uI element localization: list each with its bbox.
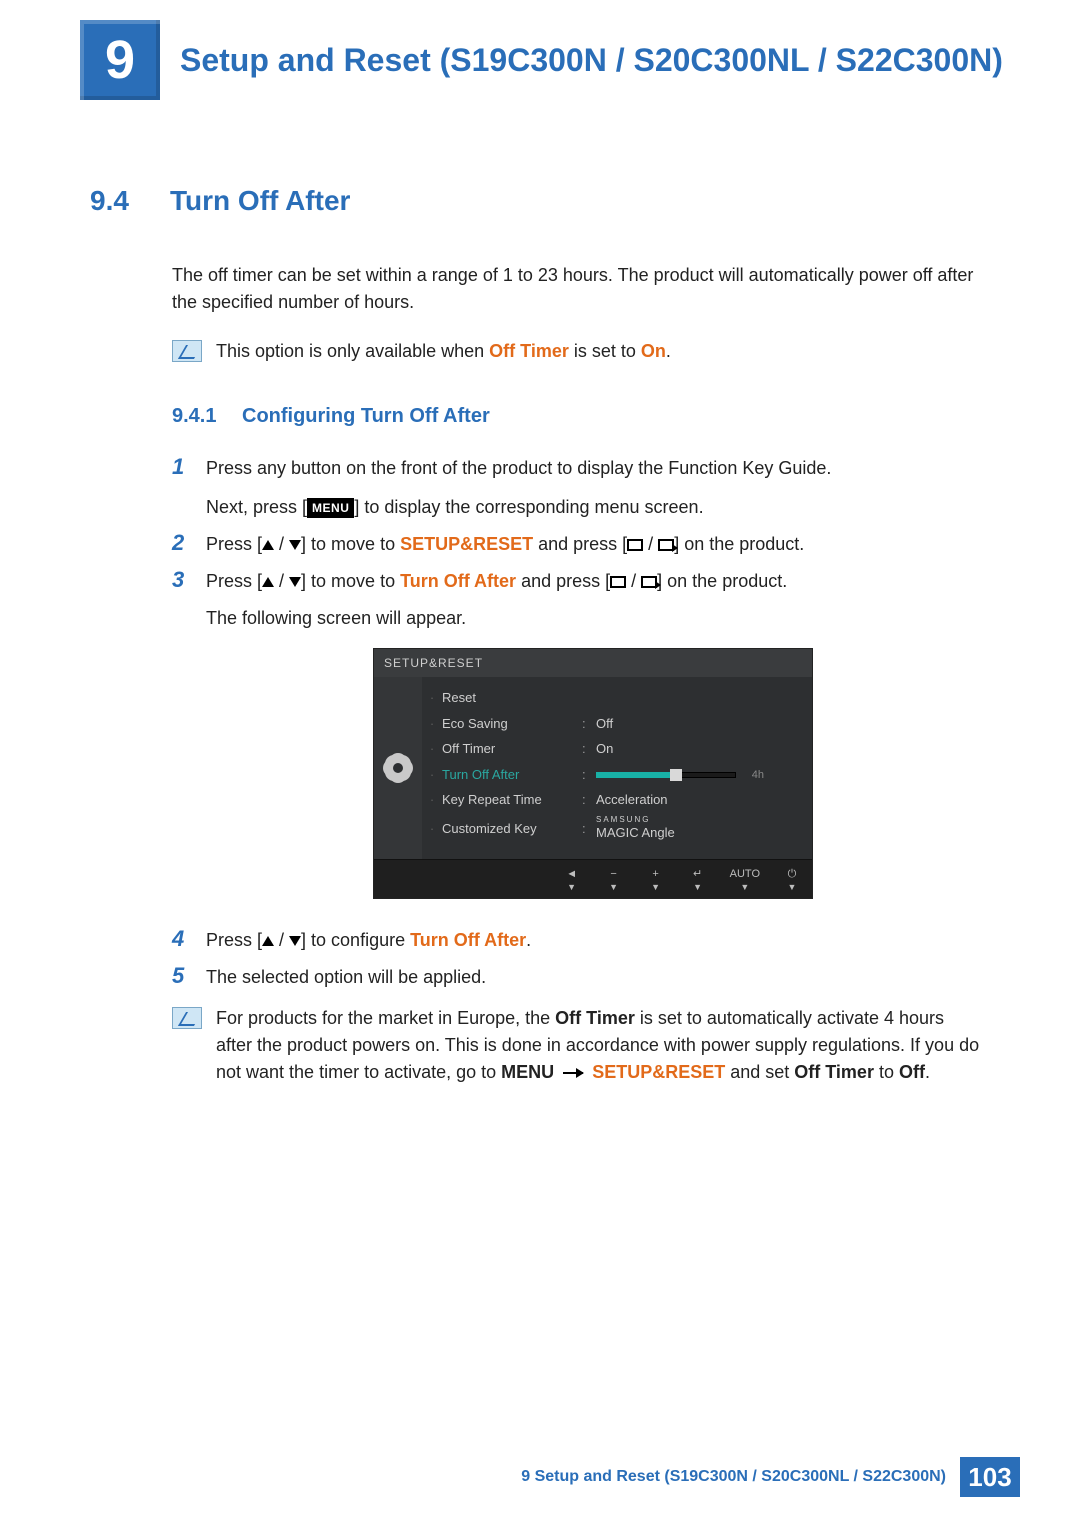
page-number: 103 <box>960 1457 1020 1497</box>
osd-row-value: Off <box>596 714 802 734</box>
osd-row: ·Turn Off After:4h <box>422 762 802 788</box>
osd-row-value: SAMSUNGMAGIC Angle <box>596 816 802 843</box>
osd-row: ·Customized Key:SAMSUNGMAGIC Angle <box>422 813 802 846</box>
source-icon <box>610 576 626 588</box>
osd-screenshot: SETUP&RESET ·Reset·Eco Saving:Off·Off Ti… <box>373 648 813 899</box>
osd-row-value: 4h <box>596 765 802 785</box>
source-icon <box>627 539 643 551</box>
osd-list: ·Reset·Eco Saving:Off·Off Timer:On·Turn … <box>422 677 812 859</box>
osd-row-value: On <box>596 739 802 759</box>
step-text: Press [ / ] to configure Turn Off After. <box>206 927 980 954</box>
subsection-title: Configuring Turn Off After <box>242 401 490 431</box>
section-intro: The off timer can be set within a range … <box>172 262 980 316</box>
page-footer: 9 Setup and Reset (S19C300N / S20C300NL … <box>0 1457 1080 1497</box>
osd-row: ·Off Timer:On <box>422 736 802 762</box>
step-text: Press [ / ] to move to Turn Off After an… <box>206 568 980 595</box>
note-text: This option is only available when Off T… <box>216 338 671 365</box>
osd-row-label: Reset <box>442 688 582 708</box>
osd-row-label: Eco Saving <box>442 714 582 734</box>
up-arrow-icon <box>262 936 274 946</box>
step-number: 4 <box>172 927 206 954</box>
osd-row-label: Turn Off After <box>442 765 582 785</box>
subsection-heading: 9.4.1 Configuring Turn Off After <box>172 401 980 431</box>
osd-row-value: Acceleration <box>596 790 802 810</box>
step-text: The selected option will be applied. <box>206 964 980 991</box>
osd-footer: ◄▼ −▼ +▼ ↵▼ AUTO▼ ⏻▼ <box>374 859 812 898</box>
footer-chapter-label: 9 Setup and Reset (S19C300N / S20C300NL … <box>521 1465 946 1489</box>
up-arrow-icon <box>262 540 274 550</box>
section-number: 9.4 <box>90 180 170 222</box>
down-arrow-icon <box>289 540 301 550</box>
step-5: 5 The selected option will be applied. <box>172 964 980 991</box>
section-title: Turn Off After <box>170 180 350 222</box>
down-arrow-icon <box>289 577 301 587</box>
osd-row: ·Key Repeat Time:Acceleration <box>422 787 802 813</box>
osd-row-label: Key Repeat Time <box>442 790 582 810</box>
osd-row: ·Eco Saving:Off <box>422 711 802 737</box>
step-text: Press [ / ] to move to SETUP&RESET and p… <box>206 531 980 558</box>
enter-icon <box>658 539 674 551</box>
down-arrow-icon <box>289 936 301 946</box>
note-icon <box>172 1007 202 1029</box>
note: This option is only available when Off T… <box>172 338 980 365</box>
note-icon <box>172 340 202 362</box>
chapter-number-badge: 9 <box>80 20 160 100</box>
step-2: 2 Press [ / ] to move to SETUP&RESET and… <box>172 531 980 558</box>
subsection-number: 9.4.1 <box>172 401 242 431</box>
step-number: 3 <box>172 568 206 917</box>
step-3: 3 Press [ / ] to move to Turn Off After … <box>172 568 980 917</box>
step-1: 1 Press any button on the front of the p… <box>172 455 980 521</box>
osd-footer-item: AUTO▼ <box>730 866 760 892</box>
osd-footer-item: +▼ <box>646 866 666 892</box>
step-text: Press any button on the front of the pro… <box>206 455 980 482</box>
osd-title: SETUP&RESET <box>374 649 812 677</box>
osd-footer-item: ◄▼ <box>562 866 582 892</box>
chapter-header: 9 Setup and Reset (S19C300N / S20C300NL … <box>60 0 1020 100</box>
up-arrow-icon <box>262 577 274 587</box>
step-number: 5 <box>172 964 206 991</box>
osd-row-label: Customized Key <box>442 819 582 839</box>
step-text: Next, press [MENU] to display the corres… <box>206 494 980 521</box>
note: For products for the market in Europe, t… <box>172 1005 980 1086</box>
step-number: 1 <box>172 455 206 521</box>
osd-row-label: Off Timer <box>442 739 582 759</box>
note-text: For products for the market in Europe, t… <box>216 1005 980 1086</box>
osd-row: ·Reset <box>422 685 802 711</box>
osd-footer-item: ⏻▼ <box>782 866 802 892</box>
enter-icon <box>641 576 657 588</box>
osd-sidebar <box>374 677 422 859</box>
osd-footer-item: ↵▼ <box>688 866 708 892</box>
gear-icon <box>387 757 409 779</box>
osd-footer-item: −▼ <box>604 866 624 892</box>
steps-list: 1 Press any button on the front of the p… <box>172 455 980 991</box>
step-number: 2 <box>172 531 206 558</box>
chapter-title: Setup and Reset (S19C300N / S20C300NL / … <box>180 41 1003 79</box>
right-arrow-icon <box>563 1072 583 1074</box>
step-text: The following screen will appear. <box>206 605 980 632</box>
section-heading: 9.4 Turn Off After <box>90 180 1020 222</box>
step-4: 4 Press [ / ] to configure Turn Off Afte… <box>172 927 980 954</box>
menu-key-icon: MENU <box>307 498 354 518</box>
